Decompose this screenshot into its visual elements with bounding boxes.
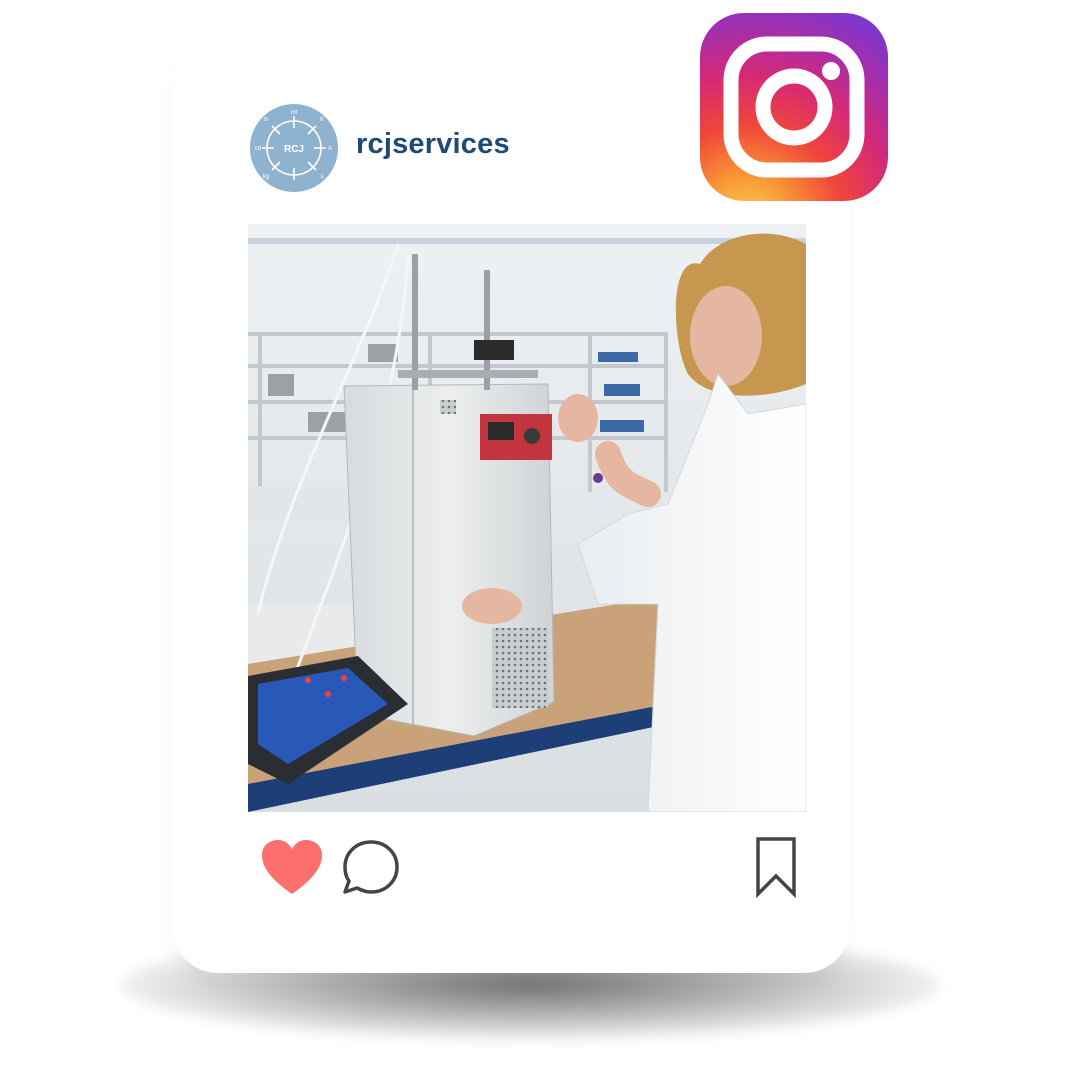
svg-text:m: m	[264, 117, 269, 123]
save-button[interactable]	[754, 836, 798, 899]
username-link[interactable]: rcjservices	[356, 128, 510, 161]
rcj-logo-icon: RCJ ml cd kg m A s K	[250, 104, 338, 192]
svg-text:A: A	[328, 146, 332, 152]
svg-text:kg: kg	[263, 174, 269, 180]
svg-text:s: s	[321, 174, 324, 180]
svg-text:cd: cd	[255, 146, 261, 152]
comment-icon	[343, 840, 399, 894]
like-button[interactable]	[260, 838, 324, 896]
heart-icon	[262, 840, 322, 894]
instagram-logo-icon	[700, 13, 888, 201]
avatar-label: RCJ	[284, 144, 304, 155]
comment-button[interactable]	[340, 838, 402, 898]
bookmark-icon	[756, 837, 796, 899]
svg-text:ml: ml	[291, 110, 297, 116]
post-photo[interactable]	[248, 224, 806, 812]
lab-scene-image	[248, 224, 806, 812]
avatar[interactable]: RCJ ml cd kg m A s K	[250, 104, 338, 192]
svg-text:K: K	[320, 117, 324, 123]
